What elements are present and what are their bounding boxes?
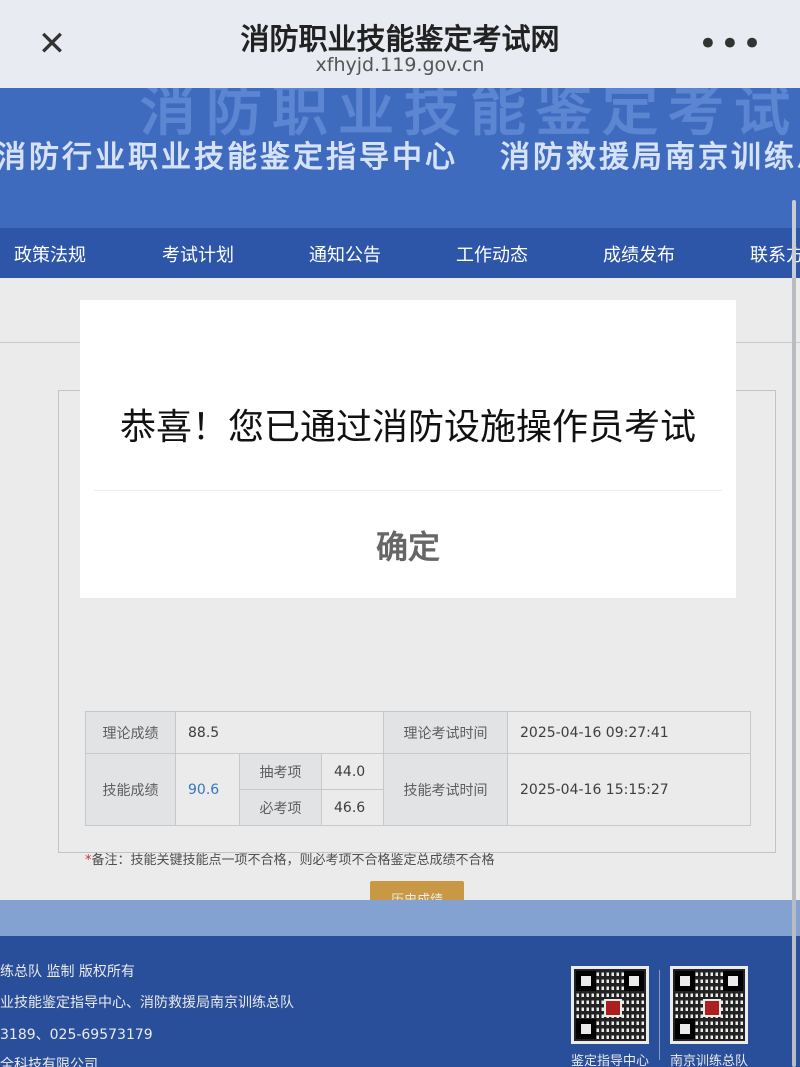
browser-topbar: ✕ 消防职业技能鉴定考试网 xfhyjd.119.gov.cn ••• — [0, 0, 800, 88]
main-nav: 政策法规 考试计划 通知公告 工作动态 成绩发布 联系方 — [0, 228, 800, 278]
confirm-button[interactable]: 确定 — [348, 522, 468, 572]
nav-item-news[interactable]: 工作动态 — [456, 241, 528, 267]
nav-item-notices[interactable]: 通知公告 — [309, 241, 381, 267]
page-title: 消防职业技能鉴定考试网 — [240, 22, 560, 56]
nav-item-policy[interactable]: 政策法规 — [14, 241, 86, 267]
result-dialog: 恭喜！您已通过消防设施操作员考试 确定 — [80, 300, 736, 598]
dialog-divider — [94, 490, 722, 491]
nav-item-exam-plan[interactable]: 考试计划 — [162, 241, 234, 267]
site-banner: 消防职业技能鉴定考试网 消防行业职业技能鉴定指导中心 消防救援局南京训练总 — [0, 88, 800, 228]
more-icon[interactable]: ••• — [698, 24, 764, 64]
page-url: xfhyjd.119.gov.cn — [315, 54, 485, 76]
dialog-message: 恭喜！您已通过消防设施操作员考试 — [119, 407, 696, 448]
nav-item-results[interactable]: 成绩发布 — [603, 241, 675, 267]
banner-subtitle-left: 消防行业职业技能鉴定指导中心 — [0, 140, 458, 175]
banner-subtitle-right: 消防救援局南京训练总 — [500, 140, 800, 175]
